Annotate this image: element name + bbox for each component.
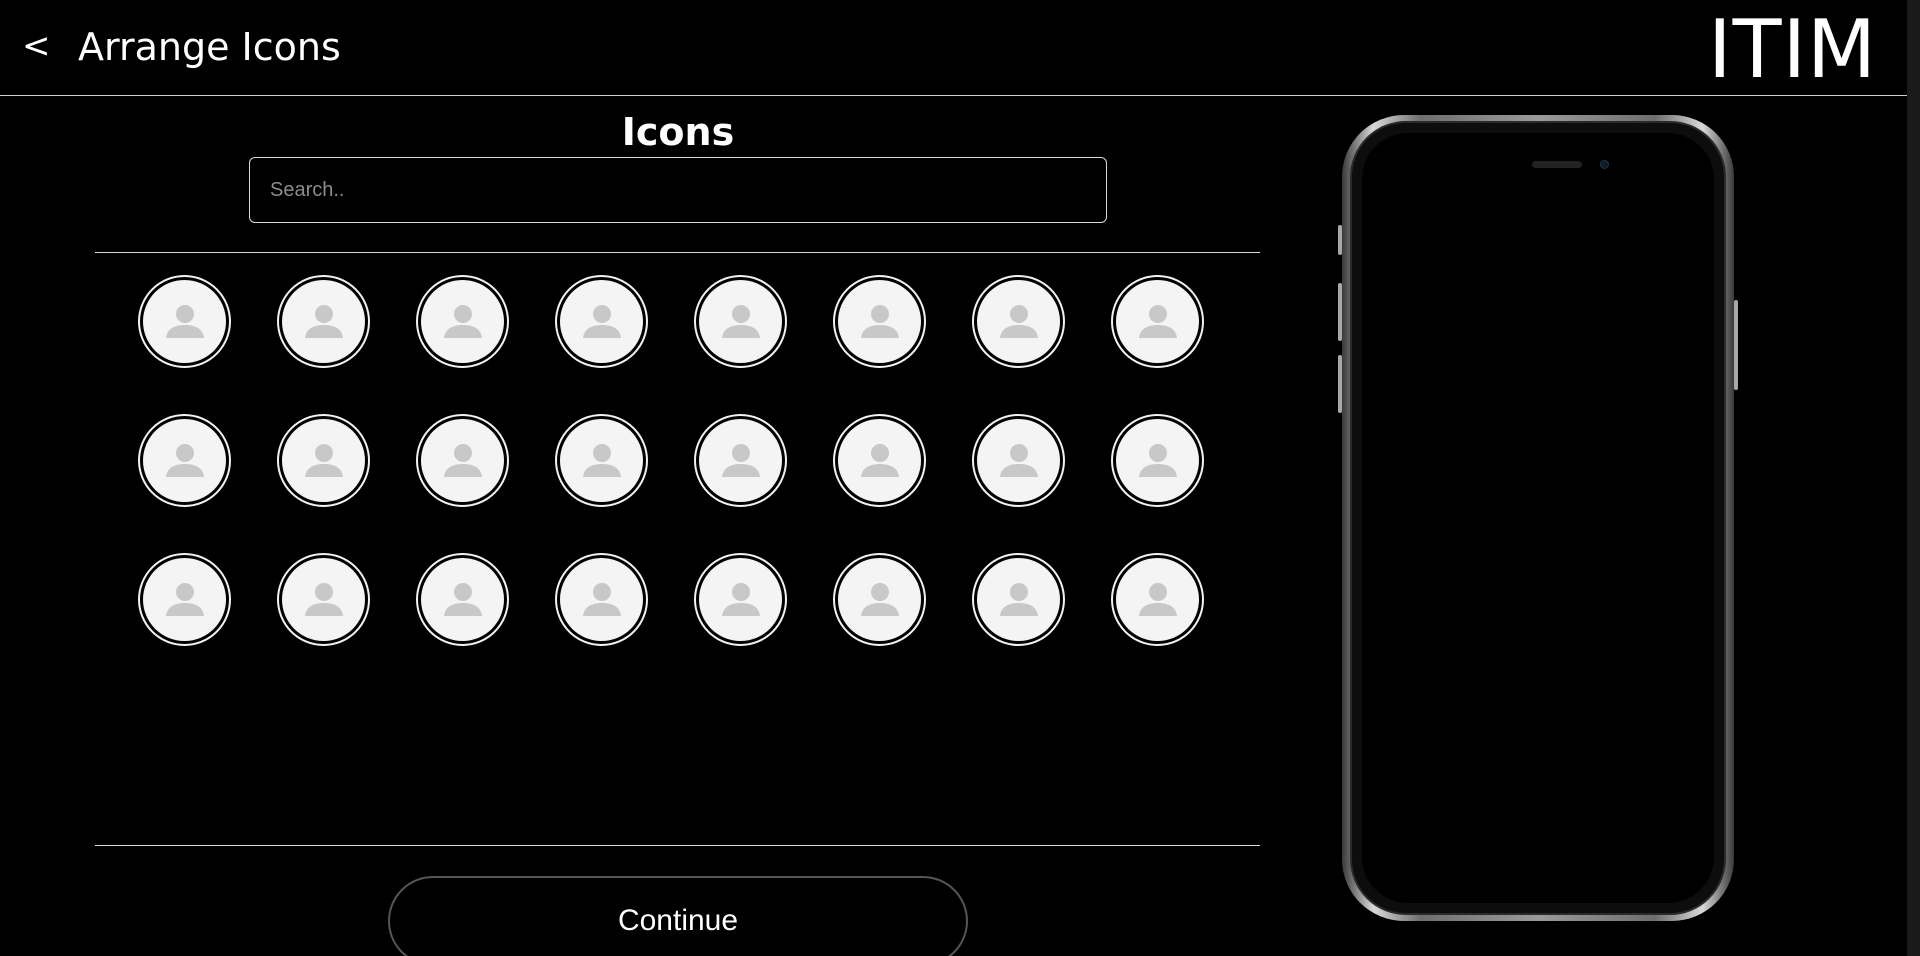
user-avatar-placeholder-icon [719,441,763,481]
icon-tile[interactable] [1111,275,1204,368]
icon-tile[interactable] [555,414,648,507]
scrollbar-track[interactable] [1907,0,1920,956]
icon-tile[interactable] [416,275,509,368]
arrange-icons-page: < Arrange Icons ITIM Icons Continue [0,0,1920,956]
user-avatar-placeholder-icon [1136,580,1180,620]
icon-tile-face [143,419,226,502]
divider-top [95,252,1260,253]
user-avatar-placeholder-icon [858,441,902,481]
phone-camera-icon [1600,160,1609,169]
icon-tile[interactable] [972,275,1065,368]
phone-speaker [1532,161,1582,168]
user-avatar-placeholder-icon [997,441,1041,481]
icon-tile-face [143,280,226,363]
icon-tile-face [1116,558,1199,641]
user-avatar-placeholder-icon [719,302,763,342]
continue-button[interactable]: Continue [388,876,968,956]
icon-tile[interactable] [1111,414,1204,507]
icon-tile-face [143,558,226,641]
user-avatar-placeholder-icon [580,580,624,620]
icon-tile-face [282,280,365,363]
icon-tile-face [560,419,643,502]
user-avatar-placeholder-icon [580,441,624,481]
icon-tile[interactable] [694,275,787,368]
icon-tile-face [1116,419,1199,502]
icon-tile-face [421,280,504,363]
divider-bottom [95,845,1260,846]
icon-tile[interactable] [138,275,231,368]
icon-tile-face [699,558,782,641]
app-header: < Arrange Icons ITIM [0,0,1907,96]
icon-tile[interactable] [416,414,509,507]
icon-tile[interactable] [833,414,926,507]
icon-tile[interactable] [138,553,231,646]
icon-tile-face [560,558,643,641]
icon-tile[interactable] [555,553,648,646]
user-avatar-placeholder-icon [858,580,902,620]
icon-tile-face [421,419,504,502]
search-input[interactable] [249,157,1107,223]
user-avatar-placeholder-icon [302,302,346,342]
icon-tile-face [977,419,1060,502]
icon-tile[interactable] [833,275,926,368]
page-title: Arrange Icons [78,25,341,69]
user-avatar-placeholder-icon [441,441,485,481]
app-logo: ITIM [1708,3,1878,96]
phone-power-button [1734,300,1738,390]
phone-screen [1362,133,1714,903]
user-avatar-placeholder-icon [441,580,485,620]
user-avatar-placeholder-icon [997,302,1041,342]
icons-section-title: Icons [621,110,735,154]
user-avatar-placeholder-icon [997,580,1041,620]
icon-tile[interactable] [833,553,926,646]
phone-preview [1338,115,1738,921]
icon-tile[interactable] [555,275,648,368]
icon-tile[interactable] [277,275,370,368]
user-avatar-placeholder-icon [163,441,207,481]
icon-tile-face [282,558,365,641]
icon-tile[interactable] [277,414,370,507]
icon-tile-face [838,280,921,363]
icon-tile-face [699,419,782,502]
icon-tile-face [977,280,1060,363]
icon-tile[interactable] [1111,553,1204,646]
user-avatar-placeholder-icon [302,580,346,620]
user-avatar-placeholder-icon [163,580,207,620]
icon-tile[interactable] [416,553,509,646]
user-avatar-placeholder-icon [580,302,624,342]
phone-body [1350,121,1726,915]
user-avatar-placeholder-icon [302,441,346,481]
user-avatar-placeholder-icon [719,580,763,620]
icon-tile-face [838,558,921,641]
icon-tile[interactable] [694,553,787,646]
icon-tile-face [1116,280,1199,363]
icon-grid [138,275,1204,646]
icon-tile-face [838,419,921,502]
icon-tile-face [699,280,782,363]
icon-tile[interactable] [972,553,1065,646]
icon-tile-face [560,280,643,363]
user-avatar-placeholder-icon [163,302,207,342]
user-avatar-placeholder-icon [441,302,485,342]
icon-tile-face [977,558,1060,641]
icon-tile-face [282,419,365,502]
icon-tile[interactable] [138,414,231,507]
phone-frame [1342,115,1734,921]
icon-tile[interactable] [694,414,787,507]
icon-tile[interactable] [972,414,1065,507]
user-avatar-placeholder-icon [858,302,902,342]
user-avatar-placeholder-icon [1136,441,1180,481]
icon-tile[interactable] [277,553,370,646]
icon-tile-face [421,558,504,641]
user-avatar-placeholder-icon [1136,302,1180,342]
back-button[interactable]: < [22,24,51,68]
